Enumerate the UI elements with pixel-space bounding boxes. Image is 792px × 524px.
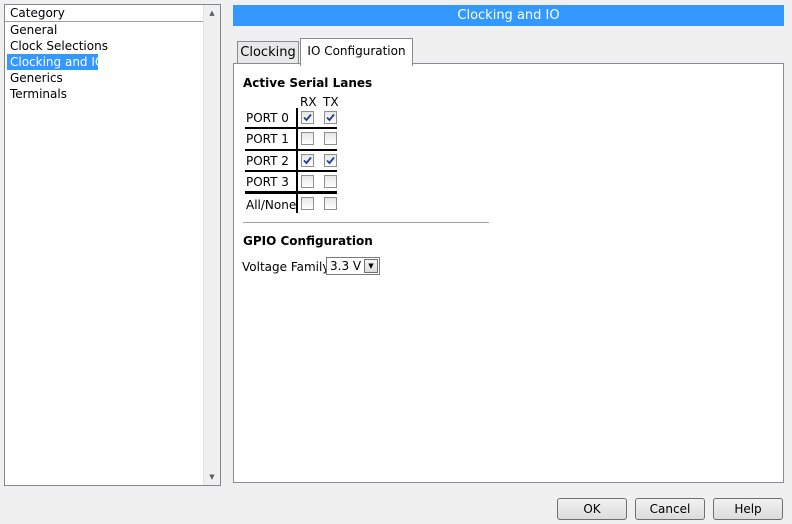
port-2-tx-checkbox[interactable] — [324, 154, 337, 167]
port-2-rx-checkbox[interactable] — [301, 154, 314, 167]
port-0-rx-checkbox[interactable] — [301, 111, 314, 124]
column-header-rx: RX — [300, 95, 317, 109]
category-panel: Category General Clock Selections Clocki… — [4, 4, 221, 486]
grid-row-divider-thick — [245, 191, 337, 194]
checkmark-icon — [303, 156, 312, 165]
category-item-clocking-and-io[interactable]: Clocking and IO — [7, 54, 104, 70]
voltage-family-select[interactable]: 3.3 V ▼ — [326, 257, 380, 275]
port-3-rx-checkbox[interactable] — [301, 175, 314, 188]
grid-row-divider — [245, 127, 337, 129]
voltage-family-label: Voltage Family — [242, 260, 330, 274]
port-0-tx-checkbox[interactable] — [324, 111, 337, 124]
port-1-tx-checkbox[interactable] — [324, 132, 337, 145]
help-button[interactable]: Help — [713, 498, 783, 520]
port-3-tx-checkbox[interactable] — [324, 175, 337, 188]
grid-vertical-line — [296, 108, 298, 213]
checkmark-icon — [303, 113, 312, 122]
cancel-button[interactable]: Cancel — [635, 498, 705, 520]
chevron-down-icon[interactable]: ▼ — [364, 259, 378, 273]
all-none-tx-checkbox[interactable] — [324, 197, 337, 210]
tab-io-configuration[interactable]: IO Configuration — [300, 38, 413, 66]
serial-lanes-title: Active Serial Lanes — [243, 76, 373, 90]
port-1-rx-checkbox[interactable] — [301, 132, 314, 145]
category-header: Category — [5, 5, 203, 22]
grid-row-divider — [245, 149, 337, 151]
category-item-general[interactable]: General — [5, 22, 203, 38]
checkmark-icon — [326, 113, 335, 122]
column-header-tx: TX — [323, 95, 339, 109]
section-separator — [243, 222, 489, 223]
all-none-rx-checkbox[interactable] — [301, 197, 314, 210]
port-3-label: PORT 3 — [246, 175, 289, 189]
grid-row-divider — [245, 170, 337, 172]
scroll-down-arrow-icon[interactable]: ▼ — [204, 469, 220, 485]
voltage-family-value: 3.3 V — [330, 259, 362, 273]
category-item-terminals[interactable]: Terminals — [5, 86, 203, 102]
port-1-label: PORT 1 — [246, 132, 289, 146]
section-title: Clocking and IO — [233, 5, 784, 26]
category-scrollbar[interactable]: ▲ ▼ — [203, 5, 220, 485]
ok-button[interactable]: OK — [557, 498, 627, 520]
tab-clocking[interactable]: Clocking — [237, 41, 299, 64]
checkmark-icon — [326, 156, 335, 165]
gpio-title: GPIO Configuration — [243, 234, 373, 248]
port-2-label: PORT 2 — [246, 154, 289, 168]
category-item-clock-selections[interactable]: Clock Selections — [5, 38, 203, 54]
scroll-up-arrow-icon[interactable]: ▲ — [204, 5, 220, 21]
category-list: Category General Clock Selections Clocki… — [5, 5, 203, 485]
all-none-label: All/None — [246, 198, 297, 212]
port-0-label: PORT 0 — [246, 111, 289, 125]
category-item-generics[interactable]: Generics — [5, 70, 203, 86]
